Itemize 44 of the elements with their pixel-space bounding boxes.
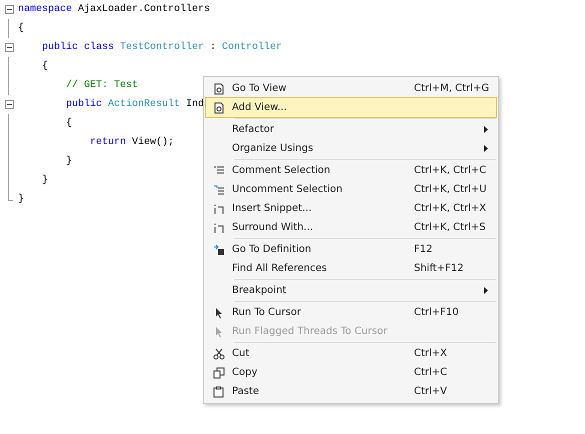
comment-lines-icon xyxy=(213,164,225,176)
menu-item[interactable]: Organize Usings xyxy=(206,139,496,158)
code-line: } xyxy=(65,156,72,167)
collapse-icon[interactable] xyxy=(4,5,14,14)
definition-icon xyxy=(213,244,225,256)
menu-item[interactable]: Uncomment Selection Ctrl+K, Ctrl+U xyxy=(206,180,496,199)
code-line: } xyxy=(18,194,24,205)
menu-item[interactable]: Breakpoint xyxy=(206,281,496,300)
menu-item[interactable]: Comment Selection Ctrl+K, Ctrl+C xyxy=(206,161,496,180)
code-line: { xyxy=(18,23,24,34)
submenu-arrow-icon xyxy=(484,287,488,294)
code-line: return View(); xyxy=(89,137,174,148)
clipboard-icon xyxy=(213,386,225,398)
snippet-icon xyxy=(213,202,225,214)
collapse-icon[interactable] xyxy=(4,43,14,52)
menu-item[interactable]: Add View... xyxy=(206,98,496,117)
scissors-icon xyxy=(213,348,225,360)
page-icon xyxy=(213,102,225,114)
code-line: namespace AjaxLoader.Controllers xyxy=(18,4,210,15)
menu-item[interactable]: Insert Snippet... Ctrl+K, Ctrl+X xyxy=(206,199,496,218)
menu-item[interactable]: Go To Definition F12 xyxy=(206,240,496,259)
menu-item[interactable]: Go To View Ctrl+M, Ctrl+G xyxy=(206,79,496,98)
menu-item[interactable]: Find All References Shift+F12 xyxy=(206,259,496,278)
code-line: } xyxy=(41,175,48,186)
menu-item[interactable]: Copy Ctrl+C xyxy=(206,363,496,382)
submenu-arrow-icon xyxy=(484,145,488,152)
code-line: public class TestController : Controller xyxy=(41,42,282,53)
menu-item[interactable]: Run To Cursor Ctrl+F10 xyxy=(206,303,496,322)
copy-icon xyxy=(213,366,225,378)
pointer-icon xyxy=(213,306,225,318)
code-line: public ActionResult Ind xyxy=(65,99,204,110)
menu-item[interactable]: Paste Ctrl+V xyxy=(206,382,496,401)
code-line: { xyxy=(65,118,72,129)
menu-item[interactable]: Cut Ctrl+X xyxy=(206,344,496,363)
submenu-arrow-icon xyxy=(484,126,488,133)
code-line: // GET: Test xyxy=(65,80,138,91)
snippet-icon xyxy=(213,222,225,234)
pointer-icon xyxy=(213,326,225,338)
page-icon xyxy=(213,82,225,94)
menu-item[interactable]: Surround With... Ctrl+K, Ctrl+S xyxy=(206,218,496,237)
code-line: { xyxy=(41,61,48,72)
menu-item[interactable]: Refactor xyxy=(206,120,496,139)
uncomment-lines-icon xyxy=(213,184,225,196)
collapse-icon[interactable] xyxy=(4,100,14,109)
